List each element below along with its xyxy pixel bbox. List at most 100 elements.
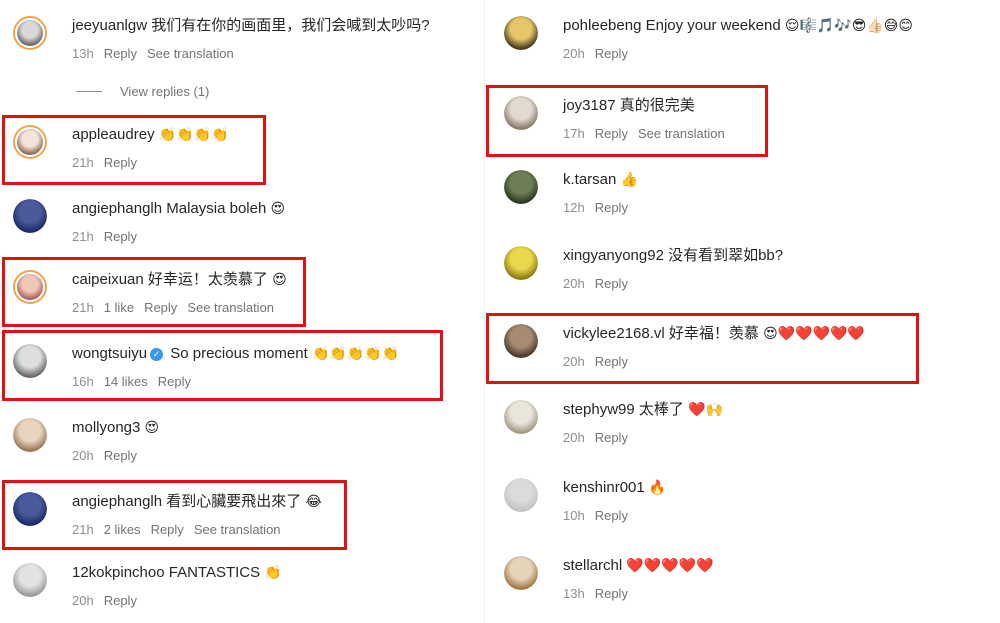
comment-text: FANTASTICS (168, 564, 261, 581)
avatar[interactable] (504, 246, 538, 280)
comment-line: mollyong3 😍 (72, 418, 159, 438)
highlight-box (486, 85, 768, 157)
reply-button[interactable]: Reply (104, 448, 137, 463)
comment-meta: 13h Reply (563, 586, 638, 601)
comment-item: xingyanyong92 没有看到翠如bb? 20h Reply (501, 238, 981, 300)
view-replies-link[interactable]: View replies (1) (76, 84, 209, 99)
comment-text: Enjoy your weekend (645, 17, 781, 34)
reply-button[interactable]: Reply (104, 593, 137, 608)
comment-text: Malaysia boleh (166, 200, 267, 217)
timestamp: 21h (72, 229, 94, 244)
avatar-image (13, 418, 47, 452)
username-link[interactable]: k.tarsan (563, 171, 616, 188)
avatar-image (13, 563, 47, 597)
reply-button[interactable]: Reply (595, 46, 628, 61)
avatar-image (17, 20, 43, 46)
highlight-box (2, 330, 443, 401)
comment-line: stellarchl ❤️❤️❤️❤️❤️ (563, 556, 714, 576)
view-replies-label: View replies (1) (120, 84, 210, 99)
highlight-box (486, 313, 919, 384)
comment-item: 12kokpinchoo FANTASTICS 👏 20h Reply (10, 555, 470, 617)
comment-meta: 20h Reply (72, 593, 147, 608)
avatar[interactable] (13, 16, 47, 50)
avatar[interactable] (13, 418, 47, 452)
timestamp: 13h (563, 586, 585, 601)
avatar[interactable] (504, 556, 538, 590)
comment-text: 没有看到翠如bb? (668, 247, 784, 264)
reply-button[interactable]: Reply (595, 586, 628, 601)
comment-emoji: ❤️❤️❤️❤️❤️ (626, 558, 714, 574)
username-link[interactable]: angiephanglh (72, 200, 162, 217)
comment-emoji: ❤️🙌 (688, 402, 723, 418)
comment-line: kenshinr001 🔥 (563, 478, 666, 498)
username-link[interactable]: stephyw99 (563, 401, 635, 418)
reply-button[interactable]: Reply (595, 200, 628, 215)
reply-button[interactable]: Reply (104, 46, 137, 61)
highlight-box (2, 480, 347, 550)
comment-line: 12kokpinchoo FANTASTICS 👏 (72, 563, 282, 583)
comment-line: k.tarsan 👍 (563, 170, 638, 190)
avatar[interactable] (13, 199, 47, 233)
timestamp: 20h (563, 46, 585, 61)
see-translation-link[interactable]: See translation (147, 46, 234, 61)
comment-text: 太棒了 (638, 401, 684, 418)
comment-item: k.tarsan 👍 12h Reply (501, 162, 981, 224)
avatar[interactable] (504, 400, 538, 434)
comment-line: angiephanglh Malaysia boleh 😍 (72, 199, 285, 219)
timestamp: 10h (563, 508, 585, 523)
highlight-box (2, 115, 266, 185)
reply-button[interactable]: Reply (104, 229, 137, 244)
avatar[interactable] (504, 170, 538, 204)
comment-line: stephyw99 太棒了 ❤️🙌 (563, 400, 723, 420)
highlight-box (2, 257, 306, 327)
username-link[interactable]: 12kokpinchoo (72, 564, 165, 581)
comment-text: 我们有在你的画面里，我们会喊到太吵吗? (151, 17, 430, 34)
avatar-image (504, 400, 538, 434)
reply-button[interactable]: Reply (595, 508, 628, 523)
comment-emoji: 😌🎼🎵🎶😎👍🏻😅😊 (784, 18, 913, 34)
comment-meta: 13h Reply See translation (72, 46, 244, 61)
comment-line: pohleebeng Enjoy your weekend 😌🎼🎵🎶😎👍🏻😅😊 (563, 16, 913, 36)
username-link[interactable]: kenshinr001 (563, 479, 645, 496)
comment-line: jeeyuanlgw 我们有在你的画面里，我们会喊到太吵吗? (72, 16, 430, 36)
comment-item: stephyw99 太棒了 ❤️🙌 20h Reply (501, 392, 981, 454)
comment-emoji: 👍 (620, 172, 638, 188)
comment-item: stellarchl ❤️❤️❤️❤️❤️ 13h Reply (501, 548, 981, 610)
username-link[interactable]: jeeyuanlgw (72, 17, 147, 34)
timestamp: 13h (72, 46, 94, 61)
avatar[interactable] (13, 563, 47, 597)
avatar-image (504, 556, 538, 590)
comment-item: mollyong3 😍 20h Reply (10, 410, 470, 472)
reply-button[interactable]: Reply (595, 430, 628, 445)
comment-meta: 20h Reply (563, 276, 638, 291)
avatar-image (504, 170, 538, 204)
comment-meta: 12h Reply (563, 200, 638, 215)
avatar[interactable] (504, 16, 538, 50)
comment-meta: 20h Reply (563, 430, 638, 445)
username-link[interactable]: mollyong3 (72, 419, 140, 436)
username-link[interactable]: stellarchl (563, 557, 622, 574)
avatar-image (504, 246, 538, 280)
comment-meta: 20h Reply (72, 448, 147, 463)
username-link[interactable]: pohleebeng (563, 17, 641, 34)
comment-meta: 21h Reply (72, 229, 147, 244)
comment-emoji: 🔥 (648, 480, 667, 496)
comment-meta: 10h Reply (563, 508, 638, 523)
comment-item: angiephanglh Malaysia boleh 😍 21h Reply (10, 191, 470, 253)
avatar[interactable] (504, 478, 538, 512)
timestamp: 12h (563, 200, 585, 215)
comment-line: xingyanyong92 没有看到翠如bb? (563, 246, 783, 266)
comment-emoji: 😍 (270, 201, 286, 217)
avatar-image (504, 478, 538, 512)
comment-item: jeeyuanlgw 我们有在你的画面里，我们会喊到太吵吗? 13h Reply Se… (10, 8, 470, 70)
reply-button[interactable]: Reply (595, 276, 628, 291)
comment-item: pohleebeng Enjoy your weekend 😌🎼🎵🎶😎👍🏻😅😊 2… (501, 8, 981, 70)
comment-emoji: 😍 (144, 420, 160, 436)
timestamp: 20h (72, 448, 94, 463)
timestamp: 20h (563, 430, 585, 445)
timestamp: 20h (72, 593, 94, 608)
username-link[interactable]: xingyanyong92 (563, 247, 664, 264)
dash-line (76, 91, 102, 92)
avatar-image (13, 199, 47, 233)
comment-meta: 20h Reply (563, 46, 638, 61)
